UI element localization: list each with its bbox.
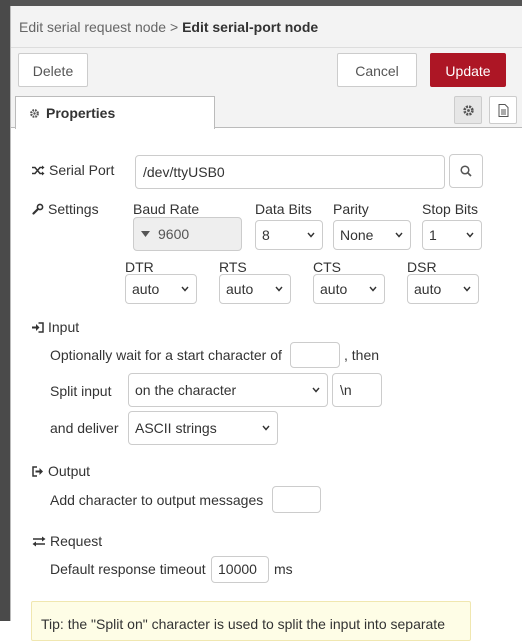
- chevron-down-icon: [369, 286, 377, 292]
- timeout-unit: ms: [274, 561, 293, 577]
- tab-bar: Properties: [11, 96, 522, 129]
- rts-label: RTS: [219, 259, 247, 275]
- port-search-button[interactable]: [449, 154, 483, 188]
- node-settings-tab[interactable]: [454, 96, 482, 124]
- rts-select[interactable]: auto: [219, 274, 291, 304]
- caret-down-icon: [141, 231, 150, 237]
- data-bits-select[interactable]: 8: [255, 220, 323, 250]
- cancel-button[interactable]: Cancel: [337, 53, 417, 87]
- node-description-tab[interactable]: [489, 96, 517, 124]
- tray-toolbar: Delete Cancel Update: [11, 48, 522, 96]
- cts-label: CTS: [313, 259, 341, 275]
- gear-icon: [29, 108, 40, 119]
- then-label: , then: [344, 347, 380, 363]
- stop-bits-label: Stop Bits: [422, 201, 479, 217]
- chevron-down-icon: [181, 286, 189, 292]
- edit-tray: Edit serial request node > Edit serial-p…: [10, 6, 522, 641]
- chevron-down-icon: [307, 232, 315, 238]
- chevron-down-icon: [466, 232, 474, 238]
- input-section-label: Input: [32, 319, 79, 335]
- chevron-down-icon: [275, 286, 283, 292]
- dtr-select[interactable]: auto: [125, 274, 197, 304]
- search-icon: [460, 165, 472, 177]
- sign-in-icon: [32, 322, 44, 333]
- baud-rate-label: Baud Rate: [133, 201, 200, 217]
- chevron-down-icon: [262, 425, 270, 431]
- cts-select[interactable]: auto: [313, 274, 385, 304]
- data-bits-label: Data Bits: [255, 201, 312, 217]
- request-section-label: Request: [32, 533, 102, 549]
- update-button[interactable]: Update: [430, 53, 506, 87]
- dsr-label: DSR: [407, 259, 437, 275]
- wrench-icon: [32, 203, 44, 215]
- parity-label: Parity: [333, 201, 369, 217]
- sign-out-icon: [32, 466, 44, 477]
- timeout-input[interactable]: 10000: [211, 556, 269, 583]
- delete-button[interactable]: Delete: [18, 53, 88, 87]
- output-section-label: Output: [32, 463, 90, 479]
- tray-header: Edit serial request node > Edit serial-p…: [11, 6, 522, 48]
- start-char-label: Optionally wait for a start character of: [50, 347, 282, 363]
- parity-select[interactable]: None: [333, 220, 411, 250]
- chevron-down-icon: [463, 286, 471, 292]
- dsr-select[interactable]: auto: [407, 274, 479, 304]
- chevron-down-icon: [312, 387, 320, 393]
- file-text-icon: [498, 103, 509, 117]
- dtr-label: DTR: [125, 259, 154, 275]
- tip-box: Tip: the "Split on" character is used to…: [31, 601, 471, 641]
- split-character-input[interactable]: \n: [332, 373, 382, 407]
- deliver-select[interactable]: ASCII strings: [128, 411, 278, 445]
- tip-text: Tip: the "Split on" character is used to…: [41, 616, 445, 632]
- shuffle-icon: [32, 165, 45, 176]
- add-char-label: Add character to output messages: [50, 492, 264, 508]
- breadcrumb-separator: >: [169, 19, 179, 35]
- tab-properties[interactable]: Properties: [15, 96, 215, 129]
- timeout-label: Default response timeout: [50, 561, 206, 577]
- add-char-input[interactable]: [272, 486, 321, 513]
- page-title: Edit serial-port node: [182, 19, 319, 35]
- chevron-down-icon: [395, 232, 403, 238]
- exchange-icon: [32, 536, 46, 547]
- split-input-select[interactable]: on the character: [128, 373, 328, 407]
- gear-icon: [462, 104, 475, 117]
- baud-rate-combobox[interactable]: 9600: [133, 217, 242, 251]
- split-input-label: Split input: [50, 383, 112, 399]
- serial-port-input[interactable]: /dev/ttyUSB0: [135, 155, 445, 189]
- tab-properties-label: Properties: [46, 105, 116, 121]
- stop-bits-select[interactable]: 1: [422, 220, 482, 250]
- settings-label: Settings: [32, 201, 99, 217]
- start-char-input[interactable]: [290, 342, 340, 368]
- workspace-edge: [0, 0, 10, 621]
- breadcrumb-parent[interactable]: Edit serial request node: [19, 19, 166, 35]
- deliver-label: and deliver: [50, 420, 119, 436]
- serial-port-label: Serial Port: [32, 162, 114, 178]
